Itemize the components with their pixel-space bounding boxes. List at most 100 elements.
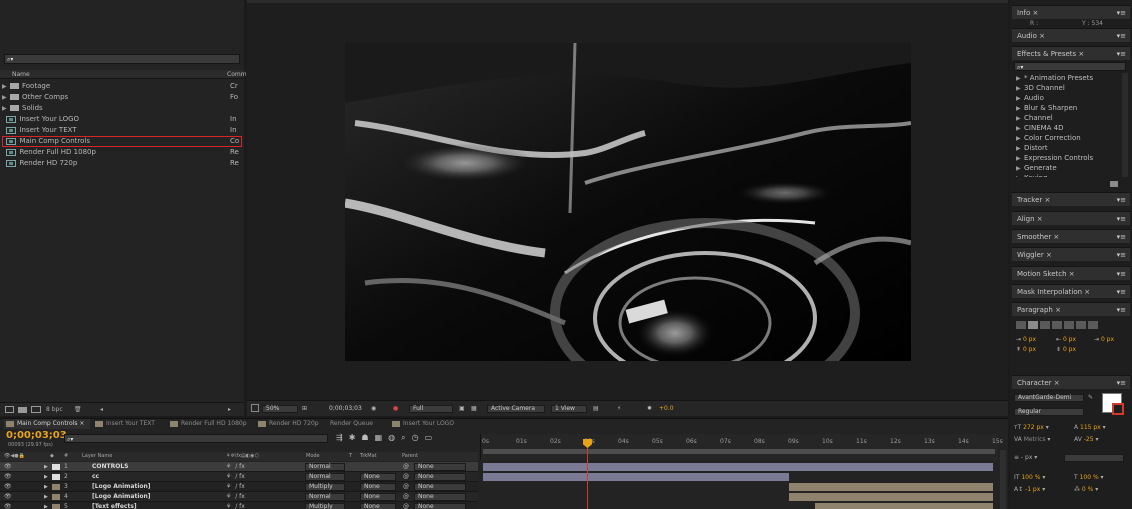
align-center-icon[interactable]	[1028, 321, 1038, 329]
column-parent[interactable]: Parent	[402, 452, 418, 461]
font-size-field[interactable]: ᴛT 272 px ▾	[1014, 424, 1049, 431]
snapshot-icon[interactable]: ◉	[371, 401, 376, 416]
interpret-footage-icon[interactable]	[5, 406, 14, 413]
layer-label-chip[interactable]	[52, 504, 60, 509]
smoother-panel-header[interactable]: Smoother × ▾≡	[1012, 229, 1130, 243]
paragraph-panel-header[interactable]: Paragraph × ▾≡	[1012, 302, 1130, 316]
pickwhip-icon[interactable]: @	[403, 462, 409, 472]
mask-interpolation-panel-header[interactable]: Mask Interpolation × ▾≡	[1012, 284, 1130, 298]
exposure-value[interactable]: +0.0	[659, 401, 674, 416]
view-layout-select[interactable]: 1 View	[551, 405, 587, 413]
effects-category[interactable]: ▶ Generate	[1012, 163, 1120, 173]
pickwhip-icon[interactable]: @	[403, 492, 409, 502]
layer-label-chip[interactable]	[52, 494, 60, 500]
shy-icon[interactable]: ☗	[361, 433, 374, 442]
effects-category[interactable]: ▶ * Animation Presets	[1012, 73, 1120, 83]
justify-center-icon[interactable]	[1064, 321, 1074, 329]
layer-row[interactable]: 👁 ▶ 2 cc ⚘ / fx Normal None @ None	[0, 472, 478, 482]
timeline-tab[interactable]: Render Full HD 1080p	[168, 419, 253, 429]
layer-row[interactable]: 👁 ▶ 5 [Text effects] ⚘ / fx Multiply None @ None	[0, 502, 478, 509]
zoom-select[interactable]: 50%	[262, 405, 298, 413]
justify-right-icon[interactable]	[1076, 321, 1086, 329]
effects-category[interactable]: ▶ 3D Channel	[1012, 83, 1120, 93]
camera-select[interactable]: Active Camera	[487, 405, 545, 413]
layer-switches[interactable]: ⚘ / fx	[226, 462, 245, 472]
layer-name[interactable]: cc	[92, 472, 99, 482]
expand-triangle-icon[interactable]: ▶	[2, 103, 10, 114]
timecode-display[interactable]: 0;00;03;03	[329, 401, 362, 416]
column-trkmat[interactable]: TrkMat	[360, 452, 377, 461]
indent-left-value[interactable]: ⇥ 0 px	[1016, 336, 1036, 343]
effects-presets-header[interactable]: Effects & Presets × ▾≡	[1012, 46, 1130, 60]
align-panel-header[interactable]: Align × ▾≡	[1012, 211, 1130, 225]
effects-scrollbar[interactable]	[1122, 73, 1128, 177]
layer-trkmat-select[interactable]: None	[360, 493, 396, 501]
layer-switches[interactable]: ⚘ / fx	[226, 472, 245, 482]
project-search-input[interactable]: ⌕▾	[4, 54, 240, 64]
pickwhip-icon[interactable]: @	[403, 482, 409, 492]
effects-category[interactable]: ▶ Expression Controls	[1012, 153, 1120, 163]
layer-duration-bar[interactable]	[814, 503, 993, 509]
graph-editor-icon[interactable]: ⌕	[401, 433, 411, 442]
horizontal-scale-field[interactable]: T 100 % ▾	[1074, 474, 1104, 481]
new-bin-icon[interactable]	[1110, 181, 1118, 187]
project-item[interactable]: ▶ Footage Cr	[2, 81, 242, 92]
tracking-field[interactable]: AV -25 ▾	[1074, 436, 1098, 443]
color-channel-icon[interactable]: ●	[393, 401, 398, 416]
timeline-scrollbar[interactable]	[1000, 450, 1006, 509]
scroll-left-icon[interactable]: ◂	[100, 403, 103, 416]
layer-parent-select[interactable]: None	[414, 503, 466, 509]
audio-panel-header[interactable]: Audio × ▾≡	[1012, 28, 1130, 42]
project-item[interactable]: Insert Your LOGO In	[2, 114, 242, 125]
layer-label-chip[interactable]	[52, 484, 60, 490]
layer-duration-bar[interactable]	[789, 493, 993, 501]
stroke-width-field[interactable]: ≡ - px ▾	[1014, 454, 1037, 461]
visibility-eye-icon[interactable]: 👁	[4, 502, 12, 509]
render-icon[interactable]: ▭	[425, 433, 439, 442]
font-family-select[interactable]: AvantGarde-Demi	[1014, 394, 1084, 402]
column-layer-name[interactable]: Layer Name	[82, 452, 112, 461]
fit-icon[interactable]: ⊞	[302, 401, 307, 416]
baseline-shift-field[interactable]: A↕ -1 px ▾	[1014, 486, 1045, 493]
layer-mode-select[interactable]: Normal	[305, 473, 345, 481]
timeline-tab[interactable]: Render HD 720p	[256, 419, 326, 429]
column-t[interactable]: T	[349, 452, 352, 461]
layer-row[interactable]: 👁 ▶ 1 CONTROLS ⚘ / fx Normal @ None	[0, 462, 478, 472]
bpc-label[interactable]: 8 bpc	[46, 403, 63, 416]
project-item[interactable]: Render HD 720p Re	[2, 158, 242, 169]
layer-trkmat-select[interactable]: None	[360, 483, 396, 491]
expand-triangle-icon[interactable]: ▶	[2, 92, 10, 103]
layer-mode-select[interactable]: Normal	[305, 493, 345, 501]
pickwhip-icon[interactable]: @	[403, 472, 409, 482]
comp-mini-flowchart-icon[interactable]: ⇶	[336, 433, 349, 442]
expand-triangle-icon[interactable]: ▶	[44, 482, 48, 492]
effects-search-input[interactable]: ⌕▾	[1014, 62, 1126, 71]
motion-sketch-panel-header[interactable]: Motion Sketch × ▾≡	[1012, 266, 1130, 280]
project-item[interactable]: ▶ Solids	[2, 103, 242, 114]
vertical-scale-field[interactable]: IT 100 % ▾	[1014, 474, 1045, 481]
wiggler-panel-header[interactable]: Wiggler × ▾≡	[1012, 247, 1130, 261]
visibility-eye-icon[interactable]: 👁	[4, 462, 12, 472]
exposure-icon[interactable]: ✹	[647, 401, 652, 416]
layer-name[interactable]: CONTROLS	[92, 462, 128, 472]
font-style-select[interactable]: Regular	[1014, 408, 1084, 416]
fast-preview-icon[interactable]: ⚡	[617, 401, 621, 416]
scroll-right-icon[interactable]: ▸	[228, 403, 231, 416]
effects-category[interactable]: ▶Keying	[1012, 173, 1120, 177]
motion-blur-icon[interactable]: ◍	[388, 433, 401, 442]
effects-category[interactable]: ▶ Channel	[1012, 113, 1120, 123]
visibility-eye-icon[interactable]: 👁	[4, 482, 12, 492]
label-column-icon[interactable]: ◆	[50, 452, 54, 461]
project-item[interactable]: Render Full HD 1080p Re	[2, 147, 242, 158]
pickwhip-icon[interactable]: @	[403, 502, 409, 509]
column-mode[interactable]: Mode	[306, 452, 320, 461]
expand-triangle-icon[interactable]: ▶	[2, 81, 10, 92]
effects-category[interactable]: ▶ Audio	[1012, 93, 1120, 103]
leading-field[interactable]: A 115 px ▾	[1074, 424, 1106, 431]
composition-frame[interactable]	[345, 43, 911, 361]
layer-row[interactable]: 👁 ▶ 4 [Logo Animation] ⚘ / fx Normal None @ None	[0, 492, 478, 502]
layer-mode-select[interactable]: Normal	[305, 463, 345, 471]
expand-triangle-icon[interactable]: ▶	[44, 462, 48, 472]
layer-name[interactable]: [Logo Animation]	[92, 492, 151, 502]
trash-icon[interactable]: 🗑	[74, 403, 82, 416]
